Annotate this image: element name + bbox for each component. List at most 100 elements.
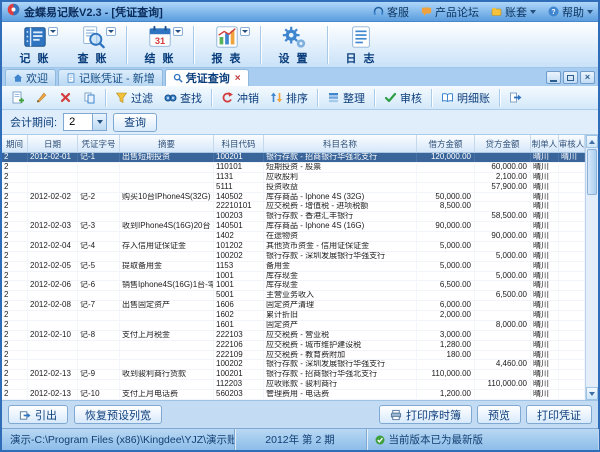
table-row[interactable]: 2 1131 应收股利 2,100.00 晴川 bbox=[2, 173, 585, 183]
restore-button[interactable] bbox=[563, 71, 578, 84]
detail-ledger-button[interactable]: 明细账 bbox=[436, 88, 495, 108]
column-header[interactable]: 制单人 bbox=[531, 135, 559, 152]
cell-date: 2012-02-08 bbox=[28, 301, 78, 310]
search-ledger-icon bbox=[80, 24, 106, 50]
settings-button[interactable]: 设 置 bbox=[265, 24, 323, 66]
column-header[interactable]: 日期 bbox=[28, 135, 78, 152]
close-button[interactable]: × bbox=[580, 71, 595, 84]
tab-voucher-query[interactable]: 凭证查询 × bbox=[165, 69, 249, 86]
cell-debit: 8,500.00 bbox=[417, 202, 475, 211]
table-row[interactable]: 2 2012-02-13 记-10 支付上月电话费 560203 管理费用 - … bbox=[2, 390, 585, 400]
audit-button[interactable]: 审核 bbox=[379, 88, 427, 108]
period-select[interactable]: 2 bbox=[63, 113, 107, 131]
new-voucher-button[interactable] bbox=[6, 88, 29, 108]
table-row[interactable]: 2 2012-02-08 记-7 出售固定资产 1606 固定资产清理 6,00… bbox=[2, 301, 585, 311]
edit-voucher-button[interactable] bbox=[30, 88, 53, 108]
preview-button[interactable]: 预览 bbox=[477, 405, 521, 424]
column-header[interactable]: 期间 bbox=[2, 135, 28, 152]
table-row[interactable]: 2 2012-02-13 记-9 收到骏利商行货款 100201 银行存款 - … bbox=[2, 370, 585, 380]
bookkeeping-button[interactable]: 记 账 bbox=[6, 24, 64, 66]
table-row[interactable]: 2 22210101 应交税费 - 增值税 - 进项税额 8,500.00 晴川 bbox=[2, 202, 585, 212]
cell-period: 2 bbox=[2, 281, 28, 290]
cell-maker: 晴川 bbox=[531, 321, 559, 330]
cell-account-code: 1601 bbox=[214, 321, 264, 330]
table-row[interactable]: 2 5001 主营业务收入 6,500.00 晴川 bbox=[2, 291, 585, 301]
cell-summary bbox=[120, 351, 214, 360]
column-header[interactable]: 凭证字号 bbox=[78, 135, 120, 152]
table-row[interactable]: 2 5111 投资收益 57,900.00 晴川 bbox=[2, 183, 585, 193]
table-row[interactable]: 2 222106 应交税费 - 城市维护建设税 1,280.00 晴川 bbox=[2, 341, 585, 351]
table-row[interactable]: 2 100202 银行存款 - 深圳发展银行华强支行 5,000.00 晴川 bbox=[2, 252, 585, 262]
reset-column-width-button[interactable]: 恢复预设列宽 bbox=[74, 405, 162, 424]
cell-period: 2 bbox=[2, 370, 28, 379]
organize-button[interactable]: 整理 bbox=[322, 88, 370, 108]
reverse-voucher-button[interactable]: 冲销 bbox=[216, 88, 264, 108]
table-row[interactable]: 2 2012-02-10 记-8 支付上月税金 222103 应交税费 - 营业… bbox=[2, 331, 585, 341]
sort-icon bbox=[270, 91, 283, 104]
cell-account-name: 银行存款 - 招商银行华强北支行 bbox=[264, 370, 417, 379]
table-row[interactable]: 2 2012-02-02 记-2 购买10台IPhone4S(32G) 1405… bbox=[2, 193, 585, 203]
cell-date: 2012-02-06 bbox=[28, 281, 78, 290]
table-row[interactable]: 2 2012-02-05 记-5 提取备用金 1153 备用金 5,000.00… bbox=[2, 262, 585, 272]
table-row[interactable]: 2 1402 在途物资 90,000.00 晴川 bbox=[2, 232, 585, 242]
minimize-button[interactable] bbox=[546, 71, 561, 84]
chevron-down-icon[interactable] bbox=[106, 27, 116, 36]
vertical-scrollbar[interactable] bbox=[585, 135, 598, 400]
scroll-up-icon[interactable] bbox=[586, 135, 598, 148]
version-status: 当前版本已为最新版 bbox=[367, 429, 599, 450]
table-row[interactable]: 2 112203 应收账款 - 骏利商行 110,000.00 晴川 bbox=[2, 380, 585, 390]
print-journal-button[interactable]: 打印序时簿 bbox=[379, 405, 472, 424]
table-row[interactable]: 2 100202 银行存款 - 深圳发展银行华强支行 4,460.00 晴川 bbox=[2, 360, 585, 370]
chevron-down-icon[interactable] bbox=[173, 27, 183, 36]
reports-button[interactable]: 报 表 bbox=[198, 24, 256, 66]
account-set-menu[interactable]: 账套 bbox=[491, 4, 536, 20]
column-header[interactable]: 借方金额 bbox=[417, 135, 475, 152]
column-header[interactable]: 审核人 bbox=[559, 135, 585, 152]
column-header[interactable]: 摘要 bbox=[120, 135, 214, 152]
table-row[interactable]: 2 2012-02-06 记-6 销售Iphone4S(16G)1台-零售个人 … bbox=[2, 281, 585, 291]
closing-button[interactable]: 31 结 账 bbox=[131, 24, 189, 66]
audit-accounts-button[interactable]: 查 账 bbox=[64, 24, 122, 66]
cell-debit bbox=[417, 212, 475, 221]
tab-voucher-new[interactable]: 记账凭证 - 新增 bbox=[58, 69, 163, 86]
cell-credit: 90,000.00 bbox=[475, 232, 531, 241]
sort-button[interactable]: 排序 bbox=[265, 88, 313, 108]
toolbar-separator bbox=[327, 26, 328, 64]
column-header[interactable]: 科目名称 bbox=[264, 135, 417, 152]
column-header[interactable]: 科目代码 bbox=[214, 135, 264, 152]
cell-period: 2 bbox=[2, 301, 28, 310]
scroll-down-icon[interactable] bbox=[586, 387, 598, 400]
help-menu[interactable]: ? 帮助 bbox=[548, 4, 593, 20]
product-forum-button[interactable]: 产品论坛 bbox=[421, 4, 479, 20]
chevron-down-icon[interactable] bbox=[240, 27, 250, 36]
table-row[interactable]: 2 2012-02-04 记-4 存入信用证保证金 101202 其他货币资金 … bbox=[2, 242, 585, 252]
query-button[interactable]: 查询 bbox=[113, 113, 157, 132]
tab-strip: 欢迎 记账凭证 - 新增 凭证查询 × × bbox=[2, 68, 598, 86]
exit-button[interactable] bbox=[504, 88, 527, 108]
scrollbar-thumb[interactable] bbox=[587, 149, 597, 195]
filter-button[interactable]: 过滤 bbox=[110, 88, 158, 108]
chevron-down-icon[interactable] bbox=[92, 114, 106, 130]
tab-close-icon[interactable]: × bbox=[235, 73, 241, 84]
cell-date bbox=[28, 202, 78, 211]
column-header[interactable]: 贷方金额 bbox=[475, 135, 531, 152]
table-row[interactable]: 2 1001 库存现金 5,000.00 晴川 bbox=[2, 272, 585, 282]
print-voucher-button[interactable]: 打印凭证 bbox=[526, 405, 592, 424]
cell-period: 2 bbox=[2, 311, 28, 320]
customer-service-button[interactable]: 客服 bbox=[373, 4, 409, 20]
tab-welcome[interactable]: 欢迎 bbox=[5, 69, 56, 86]
table-row[interactable]: 2 222109 应交税费 - 教育费附加 180.00 晴川 bbox=[2, 351, 585, 361]
copy-voucher-button[interactable] bbox=[78, 88, 101, 108]
find-button[interactable]: 查找 bbox=[159, 88, 207, 108]
export-button[interactable]: 引出 bbox=[8, 405, 68, 424]
delete-voucher-button[interactable] bbox=[54, 88, 77, 108]
table-row[interactable]: 2 110101 短期投资 - 股票 60,000.00 晴川 bbox=[2, 163, 585, 173]
table-row[interactable]: 2 2012-02-01 记-1 出售短期投资 100201 银行存款 - 招商… bbox=[2, 153, 585, 163]
log-button[interactable]: 日 志 bbox=[332, 24, 390, 66]
table-row[interactable]: 2 100203 银行存款 - 香港汇丰银行 58,500.00 晴川 bbox=[2, 212, 585, 222]
table-row[interactable]: 2 1601 固定资产 8,000.00 晴川 bbox=[2, 321, 585, 331]
table-row[interactable]: 2 2012-02-03 记-3 收到IPhone4S(16G)20台 1405… bbox=[2, 222, 585, 232]
chevron-down-icon[interactable] bbox=[48, 27, 58, 36]
cell-credit: 2,100.00 bbox=[475, 173, 531, 182]
table-row[interactable]: 2 1602 累计折旧 2,000.00 晴川 bbox=[2, 311, 585, 321]
